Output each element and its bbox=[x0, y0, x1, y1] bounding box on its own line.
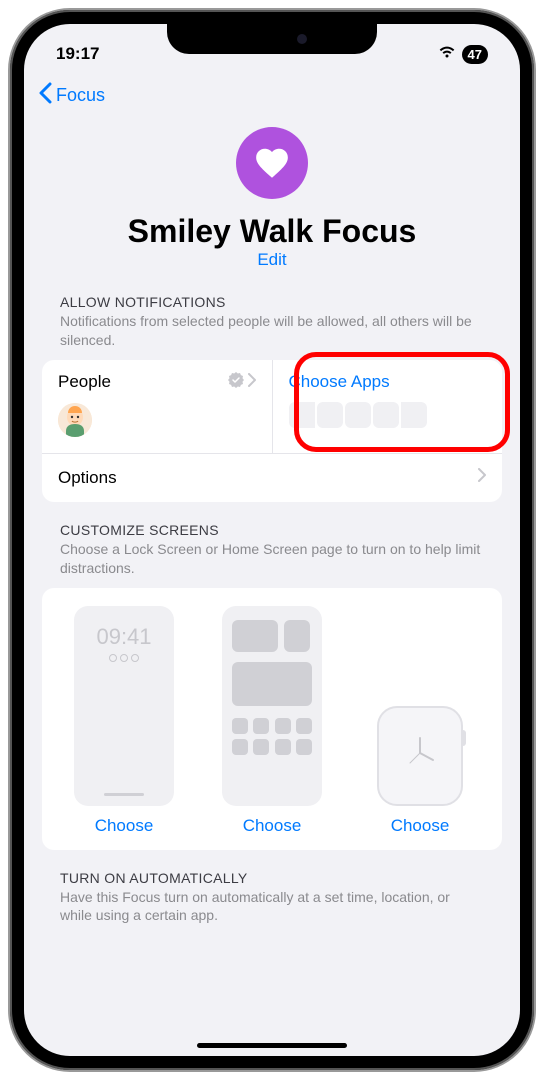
watch-crown-icon bbox=[461, 730, 466, 746]
phone-screen: 19:17 47 Focus bbox=[24, 24, 520, 1056]
app-icon bbox=[253, 739, 269, 755]
app-icon bbox=[253, 718, 269, 734]
status-time: 19:17 bbox=[56, 44, 99, 64]
checkmark-seal-icon bbox=[228, 372, 244, 393]
home-screen-column: Choose bbox=[202, 606, 342, 836]
app-placeholder bbox=[289, 402, 315, 428]
home-screen-preview[interactable] bbox=[222, 606, 322, 806]
people-header: People bbox=[58, 372, 256, 393]
app-icon bbox=[296, 718, 312, 734]
screens-row: 09:41 Choose bbox=[54, 606, 490, 836]
app-icon bbox=[275, 718, 291, 734]
app-placeholders bbox=[289, 402, 487, 428]
back-button[interactable]: Focus bbox=[38, 82, 105, 109]
notifications-split: People bbox=[42, 360, 502, 453]
chevron-left-icon bbox=[38, 82, 52, 109]
lock-screen-column: 09:41 Choose bbox=[54, 606, 194, 836]
section-subtitle-automatic: Have this Focus turn on automatically at… bbox=[42, 888, 502, 936]
wifi-icon bbox=[438, 45, 456, 64]
options-label: Options bbox=[58, 468, 117, 488]
choose-home-screen-button[interactable]: Choose bbox=[243, 816, 302, 836]
navigation-bar: Focus bbox=[24, 74, 520, 117]
widget-row bbox=[232, 620, 312, 652]
home-indicator[interactable] bbox=[197, 1043, 347, 1048]
contact-avatar bbox=[58, 403, 92, 437]
section-heading-customize: CUSTOMIZE SCREENS bbox=[42, 522, 502, 540]
lock-screen-time: 09:41 bbox=[96, 624, 151, 650]
lock-screen-preview[interactable]: 09:41 bbox=[74, 606, 174, 806]
app-icon bbox=[232, 739, 248, 755]
apps-header: Choose Apps bbox=[289, 372, 487, 392]
status-indicators: 47 bbox=[438, 45, 488, 64]
home-bar-icon bbox=[104, 793, 144, 796]
app-placeholder bbox=[345, 402, 371, 428]
people-header-right bbox=[228, 372, 256, 393]
notifications-card: People bbox=[42, 360, 502, 502]
dot-icon bbox=[131, 654, 139, 662]
app-placeholder bbox=[317, 402, 343, 428]
watch-face-icon bbox=[395, 728, 445, 783]
chevron-right-icon bbox=[248, 373, 256, 392]
watch-column: Choose bbox=[350, 706, 490, 836]
phone-frame: 19:17 47 Focus bbox=[10, 10, 534, 1070]
people-column[interactable]: People bbox=[42, 360, 272, 453]
app-placeholder bbox=[373, 402, 399, 428]
lock-screen-dots bbox=[109, 654, 139, 662]
app-icon bbox=[275, 739, 291, 755]
edit-button[interactable]: Edit bbox=[257, 250, 286, 270]
choose-watch-button[interactable]: Choose bbox=[391, 816, 450, 836]
choose-lock-screen-button[interactable]: Choose bbox=[95, 816, 154, 836]
widget-icon bbox=[232, 620, 278, 652]
section-heading-notifications: ALLOW NOTIFICATIONS bbox=[42, 294, 502, 312]
camera-dot bbox=[297, 34, 307, 44]
app-icon bbox=[296, 739, 312, 755]
content-area: Focus Smiley Walk Focus Edit ALLOW NOTIF… bbox=[24, 74, 520, 1056]
app-icon bbox=[232, 718, 248, 734]
widget-icon bbox=[232, 662, 312, 706]
screens-card: 09:41 Choose bbox=[42, 588, 502, 850]
app-placeholder bbox=[401, 402, 427, 428]
customize-section: CUSTOMIZE SCREENS Choose a Lock Screen o… bbox=[24, 522, 520, 870]
app-grid bbox=[232, 718, 312, 755]
section-subtitle-notifications: Notifications from selected people will … bbox=[42, 312, 502, 360]
options-row[interactable]: Options bbox=[42, 453, 502, 502]
focus-title: Smiley Walk Focus bbox=[128, 213, 417, 250]
focus-header: Smiley Walk Focus Edit bbox=[24, 117, 520, 294]
widget-icon bbox=[284, 620, 310, 652]
battery-indicator: 47 bbox=[462, 45, 488, 64]
automatic-section: TURN ON AUTOMATICALLY Have this Focus tu… bbox=[24, 870, 520, 956]
dot-icon bbox=[109, 654, 117, 662]
watch-preview[interactable] bbox=[377, 706, 463, 806]
section-heading-automatic: TURN ON AUTOMATICALLY bbox=[42, 870, 502, 888]
section-subtitle-customize: Choose a Lock Screen or Home Screen page… bbox=[42, 540, 502, 588]
notch bbox=[167, 24, 377, 54]
people-label: People bbox=[58, 372, 111, 392]
notifications-section: ALLOW NOTIFICATIONS Notifications from s… bbox=[24, 294, 520, 522]
battery-level: 47 bbox=[468, 47, 482, 62]
heart-icon bbox=[236, 127, 308, 199]
back-label: Focus bbox=[56, 85, 105, 106]
chevron-right-icon bbox=[478, 468, 486, 487]
choose-apps-label: Choose Apps bbox=[289, 372, 390, 392]
dot-icon bbox=[120, 654, 128, 662]
apps-column[interactable]: Choose Apps bbox=[272, 360, 503, 453]
